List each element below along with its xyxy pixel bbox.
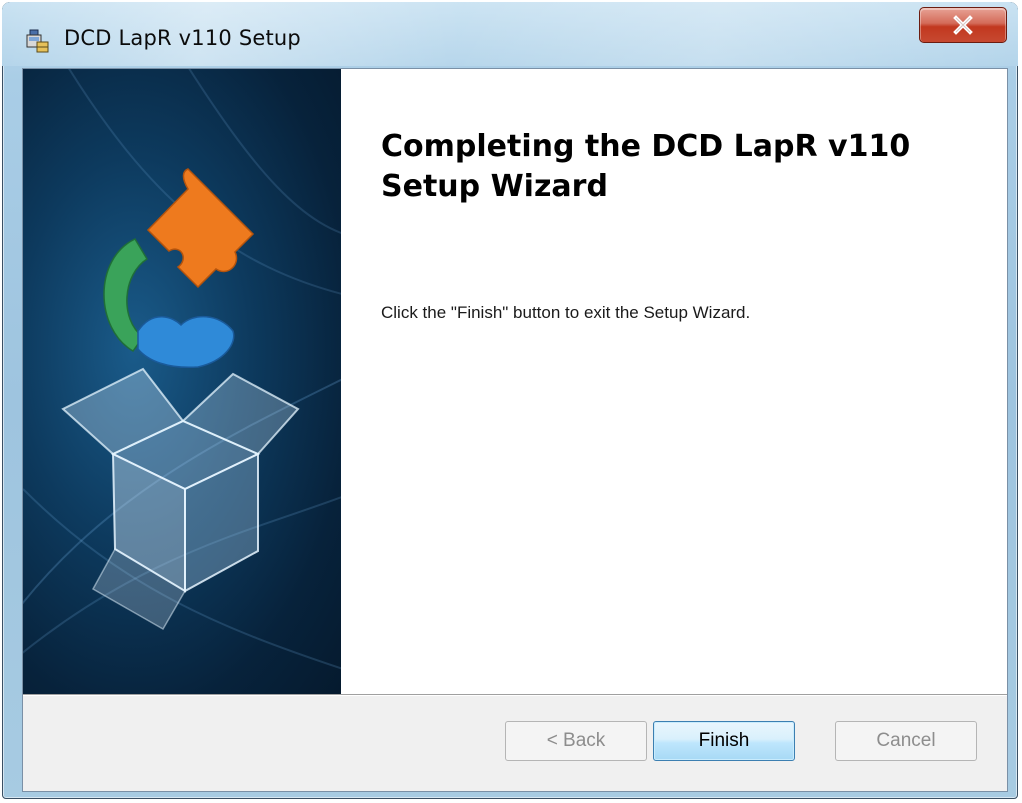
close-button[interactable]	[919, 7, 1007, 43]
title-bar[interactable]: DCD LapR v110 Setup	[2, 2, 1018, 66]
back-button[interactable]: < Back	[505, 721, 647, 761]
close-icon	[953, 15, 973, 35]
window-title: DCD LapR v110 Setup	[64, 26, 301, 50]
cancel-button[interactable]: Cancel	[835, 721, 977, 761]
puzzle-box-graphic	[23, 69, 341, 670]
wizard-client-area: Completing the DCD LapR v110 Setup Wizar…	[22, 68, 1008, 792]
wizard-heading: Completing the DCD LapR v110 Setup Wizar…	[381, 129, 911, 204]
wizard-content: Completing the DCD LapR v110 Setup Wizar…	[341, 69, 1007, 694]
wizard-message: Click the "Finish" button to exit the Se…	[381, 303, 751, 322]
finish-button[interactable]: Finish	[653, 721, 795, 761]
installer-icon	[26, 29, 49, 53]
wizard-footer: < Back Finish Cancel	[23, 696, 1007, 791]
wizard-banner	[23, 69, 341, 694]
setup-window: DCD LapR v110 Setup Completing the DCD L…	[2, 2, 1018, 799]
